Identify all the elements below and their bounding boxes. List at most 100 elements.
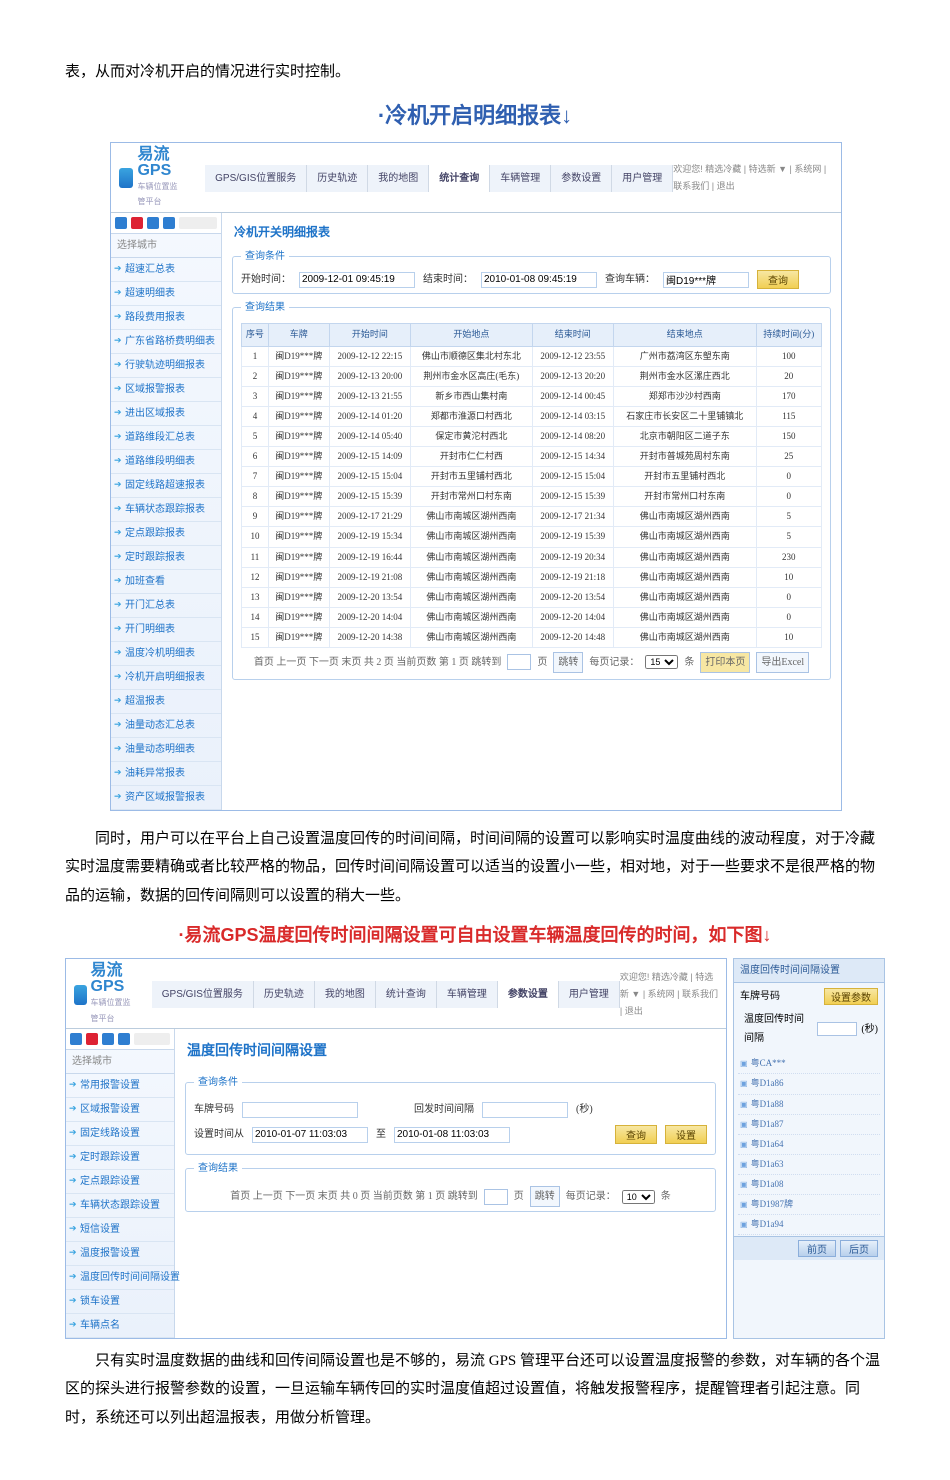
sidebar-item[interactable]: 开门汇总表 (111, 594, 221, 618)
right-next-button[interactable]: 后页 (840, 1240, 878, 1257)
sidebar-item[interactable]: 油耗异常报表 (111, 762, 221, 786)
end-input[interactable] (481, 272, 597, 288)
sidebar-item[interactable]: 超速明细表 (111, 282, 221, 306)
sidebar-item[interactable]: 道路维段明细表 (111, 450, 221, 474)
vehicle-list-item[interactable]: 粤D1a94 (738, 1235, 880, 1236)
vehicle-list-item[interactable]: 粤D1a94 (738, 1215, 880, 1235)
app-logo: 易流GPS 车辆位置监管平台 (119, 147, 185, 209)
sidebar-item[interactable]: 短信设置 (66, 1218, 174, 1242)
nav-tab[interactable]: 参数设置 (498, 981, 559, 1008)
pager-input-2[interactable] (484, 1189, 508, 1205)
interval-input[interactable] (482, 1102, 568, 1118)
pager-recs-select[interactable]: 15 (645, 655, 678, 669)
export-excel-button[interactable]: 导出Excel (756, 652, 809, 673)
nav-tab[interactable]: 历史轨迹 (254, 981, 315, 1008)
vehno-input[interactable] (242, 1102, 358, 1118)
sidebar-item[interactable]: 广东省路桥费明细表 (111, 330, 221, 354)
sidebar-item[interactable]: 资产区域报警报表 (111, 786, 221, 810)
legend-query: 查询条件 (241, 247, 289, 266)
sidebar-item[interactable]: 固定线路超速报表 (111, 474, 221, 498)
sidebar-item[interactable]: 道路维段汇总表 (111, 426, 221, 450)
nav-tab[interactable]: 用户管理 (612, 165, 673, 192)
top-links[interactable]: 欢迎您! 精选冷藏 | 特选新 ▼ | 系统网 | 联系我们 | 退出 (673, 161, 833, 195)
screenshot2-title: ·易流GPS温度回传时间间隔设置可自由设置车辆温度回传的时间，如下图↓ (65, 918, 885, 952)
nav-tab[interactable]: 历史轨迹 (307, 165, 368, 192)
sidebar-item[interactable]: 路段费用报表 (111, 306, 221, 330)
table-row: 6闽D19***牌2009-12-15 14:09开封市仁仁村西2009-12-… (242, 447, 822, 467)
table-header: 持续时间(分) (756, 324, 821, 346)
sidebar-item[interactable]: 超温报表 (111, 690, 221, 714)
set-button[interactable]: 设置 (665, 1125, 707, 1144)
sidebar-item[interactable]: 冷机开启明细报表 (111, 666, 221, 690)
table-row: 11闽D19***牌2009-12-19 16:44佛山市南城区湖州西南2009… (242, 547, 822, 567)
right-interval-input[interactable] (817, 1022, 857, 1036)
begin-input[interactable] (299, 272, 415, 288)
vehicle-list-item[interactable]: 粤D1a63 (738, 1155, 880, 1175)
nav-tab[interactable]: 车辆管理 (437, 981, 498, 1008)
query-button[interactable]: 查询 (757, 270, 799, 289)
table-header: 车牌 (268, 324, 329, 346)
nav-tab[interactable]: 用户管理 (559, 981, 620, 1008)
timefrom-input[interactable] (252, 1127, 368, 1143)
sidebar-item[interactable]: 温度回传时间间隔设置 (66, 1266, 174, 1290)
toolbar-color-icons (111, 213, 221, 234)
sidebar-item[interactable]: 固定线路设置 (66, 1122, 174, 1146)
sidebar-item[interactable]: 超速汇总表 (111, 258, 221, 282)
sidebar-item[interactable]: 行驶轨迹明细报表 (111, 354, 221, 378)
sidebar-item[interactable]: 区域报警设置 (66, 1098, 174, 1122)
vehicle-list-item[interactable]: 粤D1a87 (738, 1115, 880, 1135)
nav-tab[interactable]: GPS/GIS位置服务 (152, 981, 254, 1008)
nav-tab[interactable]: 参数设置 (551, 165, 612, 192)
query-results: 查询结果 序号车牌开始时间开始地点结束时间结束地点持续时间(分)1闽D19***… (232, 298, 831, 680)
sidebar-item[interactable]: 油量动态明细表 (111, 738, 221, 762)
nav-tab[interactable]: 车辆管理 (490, 165, 551, 192)
nav-tab[interactable]: 统计查询 (429, 165, 490, 192)
sidebar-item[interactable]: 常用报警设置 (66, 1074, 174, 1098)
vehicle-list-item[interactable]: 粤D1a64 (738, 1135, 880, 1155)
pager-2[interactable]: 首页 上一页 下一页 末页 共 0 页 当前页数 第 1 页 跳转到 页 跳转 … (194, 1186, 707, 1207)
sidebar-item[interactable]: 加班查看 (111, 570, 221, 594)
print-button[interactable]: 打印本页 (700, 652, 750, 673)
timeto-input[interactable] (394, 1127, 510, 1143)
sidebar-item[interactable]: 温度冷机明细表 (111, 642, 221, 666)
vehicle-list-item[interactable]: 粤D1987牌 (738, 1195, 880, 1215)
sidebar-item[interactable]: 定点跟踪报表 (111, 522, 221, 546)
vehicle-list-item[interactable]: 粤D1a08 (738, 1175, 880, 1195)
truck-input[interactable] (663, 272, 749, 288)
app-logo-2: 易流GPS 车辆位置监管平台 (74, 963, 132, 1025)
sidebar-item[interactable]: 区域报警报表 (111, 378, 221, 402)
table-row: 1闽D19***牌2009-12-12 22:15佛山市顺德区集北村东北2009… (242, 346, 822, 366)
sidebar-item[interactable]: 温度报警设置 (66, 1242, 174, 1266)
query-button-2[interactable]: 查询 (615, 1125, 657, 1144)
pager-jump[interactable]: 跳转 (553, 652, 583, 673)
pager-jump-2[interactable]: 跳转 (530, 1186, 560, 1207)
nav-tab[interactable]: 我的地图 (315, 981, 376, 1008)
vehicle-list-item[interactable]: 粤D1a88 (738, 1095, 880, 1115)
right-set-button[interactable]: 设置参数 (824, 988, 878, 1005)
nav-tab[interactable]: 统计查询 (376, 981, 437, 1008)
vehicle-list-item[interactable]: 粤CA*** (738, 1054, 880, 1074)
sidebar-item[interactable]: 定点跟踪设置 (66, 1170, 174, 1194)
screenshot1-title: ·冷机开启明细报表↓ (110, 95, 840, 137)
table-row: 12闽D19***牌2009-12-19 21:08佛山市南城区湖州西南2009… (242, 567, 822, 587)
sidebar-item[interactable]: 车辆点名 (66, 1314, 174, 1338)
nav-tab[interactable]: GPS/GIS位置服务 (205, 165, 307, 192)
top-links-2[interactable]: 欢迎您! 精选冷藏 | 特选新 ▼ | 系统网 | 联系我们 | 退出 (620, 969, 718, 1020)
pager[interactable]: 首页 上一页 下一页 末页 共 2 页 当前页数 第 1 页 跳转到 页 跳转 … (241, 652, 822, 673)
sidebar-item[interactable]: 定时跟踪报表 (111, 546, 221, 570)
pager-input[interactable] (507, 654, 531, 670)
sidebar-item[interactable]: 进出区域报表 (111, 402, 221, 426)
right-panel-title: 温度回传时间间隔设置 (740, 961, 878, 980)
sidebar-item[interactable]: 定时跟踪设置 (66, 1146, 174, 1170)
sidebar-item[interactable]: 油量动态汇总表 (111, 714, 221, 738)
sidebar-header-2: 选择城市 (66, 1050, 174, 1074)
pager-recs-select-2[interactable]: 10 (622, 1190, 655, 1204)
right-prev-button[interactable]: 前页 (798, 1240, 836, 1257)
nav-tab[interactable]: 我的地图 (368, 165, 429, 192)
sidebar-item[interactable]: 车辆状态跟踪报表 (111, 498, 221, 522)
vehicle-list-item[interactable]: 粤D1a86 (738, 1074, 880, 1094)
right-interval-label: 温度回传时间间隔 (744, 1010, 813, 1048)
sidebar-item[interactable]: 锁车设置 (66, 1290, 174, 1314)
sidebar-item[interactable]: 车辆状态跟踪设置 (66, 1194, 174, 1218)
sidebar-item[interactable]: 开门明细表 (111, 618, 221, 642)
